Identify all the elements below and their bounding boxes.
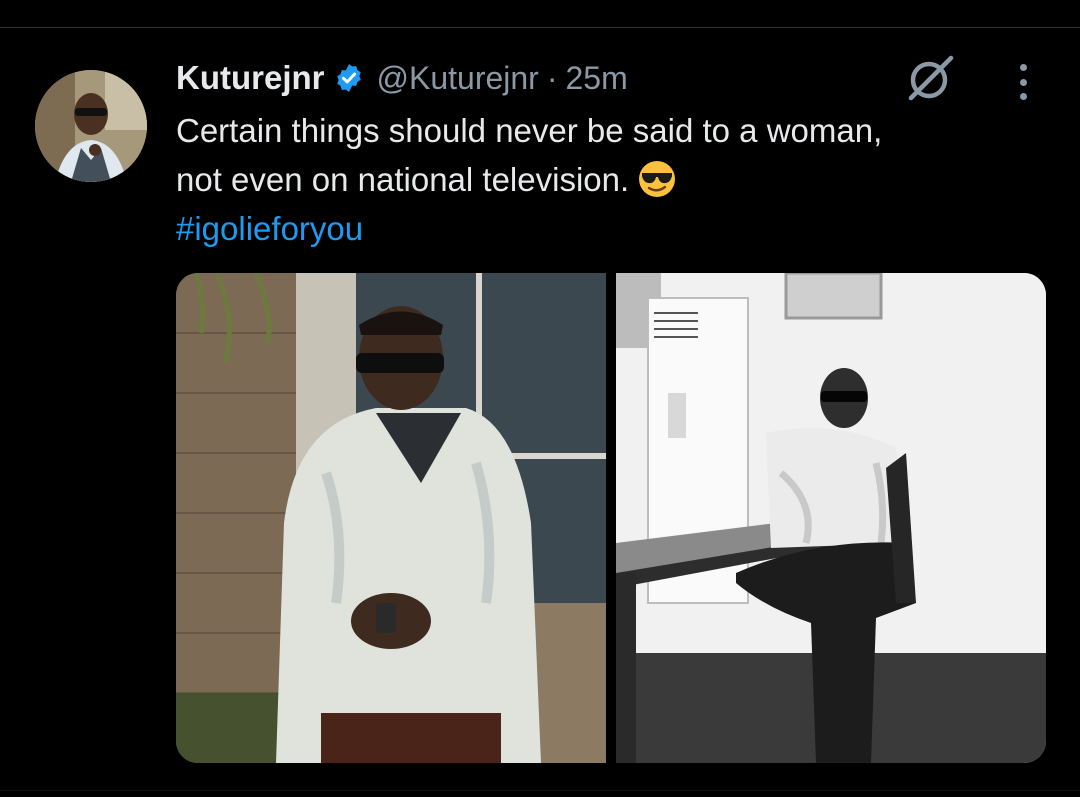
top-divider bbox=[0, 27, 1080, 28]
media-photo-2[interactable] bbox=[616, 273, 1046, 763]
tweet-header: Kuturejnr @Kuturejnr · 25m bbox=[176, 56, 628, 100]
media-photo-1[interactable] bbox=[176, 273, 606, 763]
timestamp[interactable]: 25m bbox=[565, 60, 627, 97]
bottom-divider bbox=[0, 790, 1080, 791]
tweet-text-line-2: not even on national television. bbox=[176, 155, 1036, 204]
sunglasses-emoji-icon bbox=[637, 159, 677, 199]
tweet-text: Certain things should never be said to a… bbox=[176, 106, 1036, 253]
author-name[interactable]: Kuturejnr bbox=[176, 59, 325, 97]
separator-dot: · bbox=[546, 59, 558, 96]
avatar-photo bbox=[35, 70, 147, 182]
verified-badge-icon bbox=[333, 62, 365, 94]
hashtag-link[interactable]: #igolieforyou bbox=[176, 204, 1036, 253]
photo-2-image bbox=[616, 273, 1046, 763]
tweet-text-line-2-content: not even on national television. bbox=[176, 161, 630, 198]
more-options-icon[interactable] bbox=[1008, 60, 1038, 104]
grok-icon[interactable] bbox=[905, 52, 957, 104]
tweet-text-line-1: Certain things should never be said to a… bbox=[176, 112, 883, 149]
media-grid bbox=[176, 273, 1046, 763]
photo-1-image bbox=[176, 273, 606, 763]
avatar[interactable] bbox=[35, 70, 147, 182]
author-handle[interactable]: @Kuturejnr bbox=[377, 60, 539, 97]
